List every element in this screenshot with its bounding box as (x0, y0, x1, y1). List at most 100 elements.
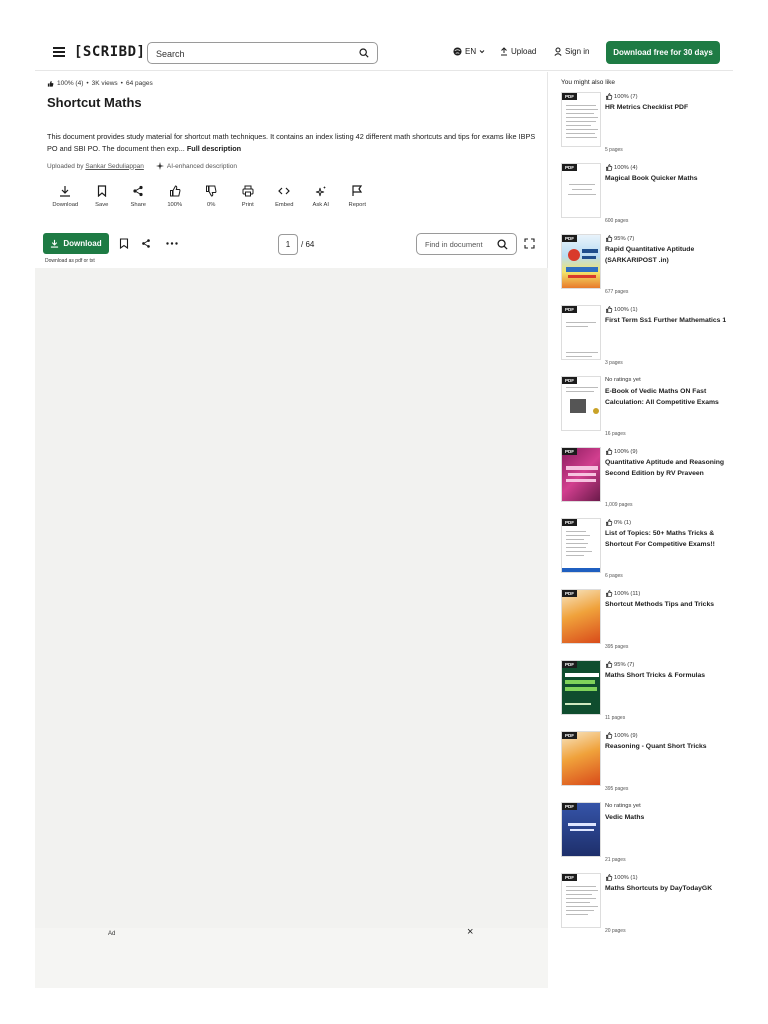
full-description-link[interactable]: Full description (187, 144, 241, 153)
close-ad-icon[interactable]: × (467, 926, 473, 938)
hamburger-menu-icon[interactable] (53, 47, 65, 57)
ask-ai-action[interactable]: Ask AI (303, 185, 340, 208)
recommendation-item[interactable]: PDF 100% (11) Shortcut Methods Tips and … (561, 589, 731, 659)
recommendation-title[interactable]: Maths Shortcuts by DayTodayGK (605, 883, 729, 894)
recommendation-item[interactable]: PDF No ratings yet E-Book of Vedic Maths… (561, 376, 731, 446)
share-icon[interactable] (141, 238, 151, 249)
pdf-badge: PDF (562, 590, 577, 597)
recommendation-item[interactable]: PDF No ratings yet Vedic Maths 21 pages (561, 802, 731, 872)
recommendation-title[interactable]: Magical Book Quicker Maths (605, 173, 729, 184)
pdf-badge: PDF (562, 519, 577, 526)
more-options-icon[interactable] (166, 242, 178, 245)
pdf-badge: PDF (562, 448, 577, 455)
share-icon (133, 185, 143, 197)
print-action[interactable]: Print (230, 185, 267, 208)
download-button-label: Download (63, 239, 102, 248)
share-action-label: Share (130, 202, 146, 208)
report-action[interactable]: Report (339, 185, 376, 208)
recommendation-item[interactable]: PDF 100% (9) Reasoning - Quant Short Tri… (561, 731, 731, 801)
page-navigator: 1 / 64 (278, 234, 314, 255)
rating-row: 100% (1) (605, 874, 638, 881)
uploader-link[interactable]: Sankar Seduliappan (85, 163, 144, 170)
document-thumbnail[interactable]: PDF (561, 447, 601, 502)
recommendation-item[interactable]: PDF 100% (9) Quantitative Aptitude and R… (561, 447, 731, 517)
fullscreen-icon[interactable] (524, 238, 535, 249)
document-thumbnail[interactable]: PDF (561, 305, 601, 360)
report-action-label: Report (348, 202, 366, 208)
thumbs-up-icon (606, 732, 613, 739)
document-thumbnail[interactable]: PDF (561, 802, 601, 857)
download-action[interactable]: Download (47, 185, 84, 208)
page-count: 20 pages (605, 928, 626, 934)
signin-label: Sign in (565, 47, 590, 56)
document-thumbnail[interactable]: PDF (561, 92, 601, 147)
recommendation-title[interactable]: Vedic Maths (605, 812, 729, 823)
recommendation-title[interactable]: Maths Short Tricks & Formulas (605, 670, 729, 681)
uploaded-by-label: Uploaded by (47, 162, 84, 170)
dislike-action[interactable]: 0% (193, 185, 230, 208)
signin-link[interactable]: Sign in (554, 47, 589, 56)
save-action[interactable]: Save (84, 185, 121, 208)
recommendation-item[interactable]: PDF 100% (7) HR Metrics Checklist PDF 5 … (561, 92, 731, 162)
document-thumbnail[interactable]: PDF (561, 163, 601, 218)
save-action-label: Save (95, 202, 109, 208)
document-thumbnail[interactable]: PDF (561, 376, 601, 431)
document-main: 100% (4) • 3K views • 64 pages Shortcut … (35, 72, 548, 988)
recommendation-item[interactable]: PDF 95% (7) Rapid Quantitative Aptitude … (561, 234, 731, 304)
cover-stripe (562, 568, 600, 572)
upload-label: Upload (511, 47, 537, 56)
recommendation-item[interactable]: PDF 95% (7) Maths Short Tricks & Formula… (561, 660, 731, 730)
recommendation-title[interactable]: HR Metrics Checklist PDF (605, 102, 729, 113)
find-in-document[interactable]: Find in document (416, 233, 517, 255)
rating-row: 100% (7) (605, 93, 638, 100)
recommendation-title[interactable]: First Term Ss1 Further Mathematics 1 (605, 315, 729, 326)
thumbs-up-icon (606, 519, 613, 526)
page-number-input[interactable]: 1 (278, 234, 298, 255)
download-free-trial-button[interactable]: Download free for 30 days (606, 41, 720, 64)
recommendation-item[interactable]: PDF 100% (1) First Term Ss1 Further Math… (561, 305, 731, 375)
document-thumbnail[interactable]: PDF (561, 518, 601, 573)
ad-label: Ad (108, 931, 116, 937)
document-thumbnail[interactable]: PDF (561, 660, 601, 715)
rating-row: 100% (9) (605, 732, 638, 739)
scribd-logo[interactable]: [SCRIBD] (74, 44, 145, 60)
recommendation-title[interactable]: Quantitative Aptitude and Reasoning Seco… (605, 457, 729, 479)
like-action[interactable]: 100% (157, 185, 194, 208)
search-icon[interactable] (497, 239, 508, 250)
upload-link[interactable]: Upload (500, 47, 536, 56)
page-count: 1,009 pages (605, 502, 633, 508)
sparkle-icon (155, 162, 164, 170)
recommendation-title[interactable]: Shortcut Methods Tips and Tricks (605, 599, 729, 610)
recommendation-title[interactable]: Reasoning - Quant Short Tricks (605, 741, 729, 752)
recommendation-item[interactable]: PDF 100% (1) Maths Shortcuts by DayToday… (561, 873, 731, 943)
document-thumbnail[interactable]: PDF (561, 731, 601, 786)
document-viewer[interactable] (35, 268, 548, 928)
bookmark-icon[interactable] (119, 238, 129, 249)
document-thumbnail[interactable]: PDF (561, 873, 601, 928)
book-cover-image (566, 466, 598, 482)
pdf-badge: PDF (562, 377, 577, 384)
search-box[interactable] (147, 42, 378, 64)
document-thumbnail[interactable]: PDF (561, 234, 601, 289)
language-selector[interactable]: EN (453, 47, 485, 56)
dot-separator: • (86, 80, 89, 87)
download-button[interactable]: Download (43, 233, 109, 254)
search-input[interactable] (156, 46, 346, 61)
book-cover-image (568, 823, 596, 831)
pdf-badge: PDF (562, 235, 577, 242)
rating-text: 100% (4) (57, 80, 84, 87)
recommendation-item[interactable]: PDF 100% (4) Magical Book Quicker Maths … (561, 163, 731, 233)
rating-row: 100% (11) (605, 590, 640, 597)
upload-icon (501, 47, 507, 56)
document-thumbnail[interactable]: PDF (561, 589, 601, 644)
chevron-down-icon (479, 50, 485, 54)
recommendation-title[interactable]: List of Topics: 50+ Maths Tricks & Short… (605, 528, 729, 550)
embed-action[interactable]: Embed (266, 185, 303, 208)
search-icon[interactable] (359, 48, 369, 58)
recommendation-item[interactable]: PDF 0% (1) List of Topics: 50+ Maths Tri… (561, 518, 731, 588)
document-description: This document provides study material fo… (47, 131, 542, 154)
recommendation-title[interactable]: Rapid Quantitative Aptitude (SARKARIPOST… (605, 244, 729, 266)
recommendation-title[interactable]: E-Book of Vedic Maths ON Fast Calculatio… (605, 386, 729, 408)
thumbs-up-icon (606, 874, 613, 881)
share-action[interactable]: Share (120, 185, 157, 208)
